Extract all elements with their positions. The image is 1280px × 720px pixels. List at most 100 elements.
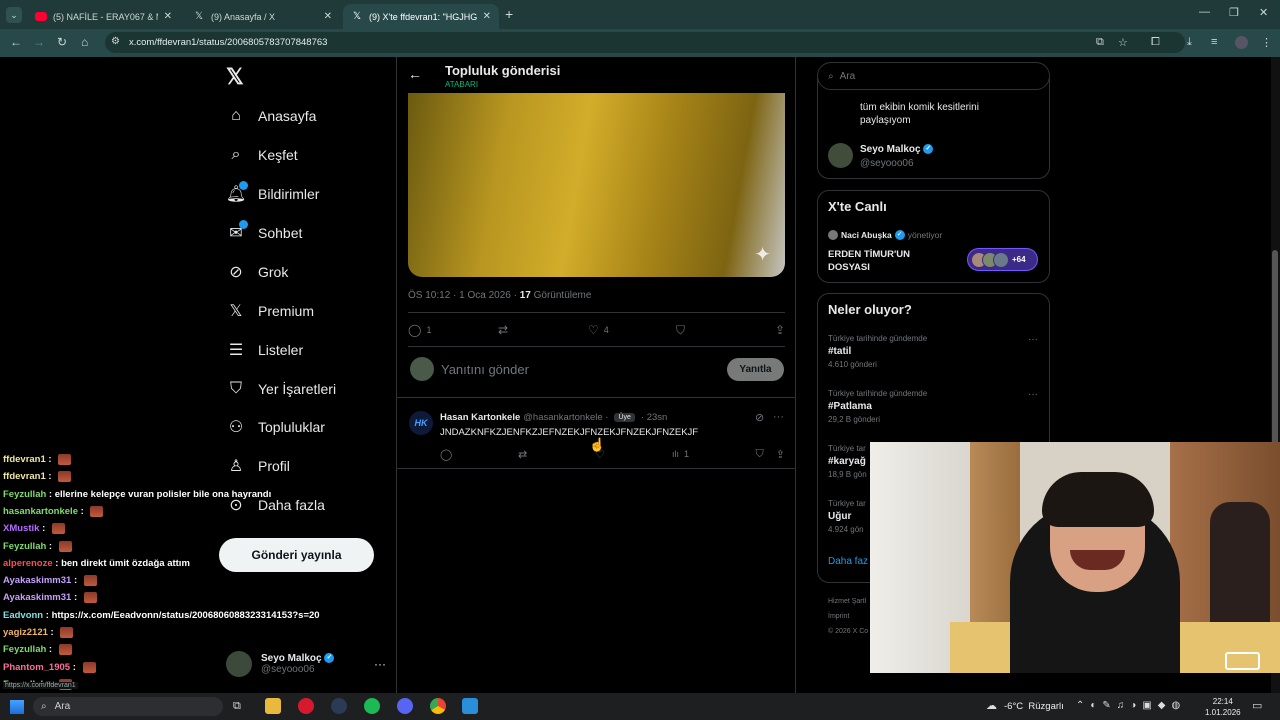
site-info-icon[interactable]: ⚙ [111,36,120,47]
task-view-icon[interactable]: ⧉ [233,700,241,713]
nav-grok[interactable]: ⊘ Grok [226,257,288,287]
reply-input[interactable]: Yanıtını gönder [441,362,529,377]
tab-close-icon[interactable]: ✕ [164,11,172,22]
clock-date: 1.01.2026 [1205,708,1241,717]
nav-anasayfa[interactable]: ⌂ Anasayfa [226,101,316,131]
url-field[interactable]: x.com/ffdevran1/status/20068057837078487… [105,32,1185,53]
live-host[interactable]: Naci Abuşka ✓ yönetiyor [828,230,942,240]
trend-context: Türkiye tarihinde gündemde [828,334,928,343]
back-icon[interactable]: ← [10,35,22,49]
tab-close-icon[interactable]: ✕ [324,11,332,22]
tab-search-button[interactable]: ⌄ [6,7,22,23]
tab-anasayfa[interactable]: 𝕏 (9) Anasayfa / X ✕ [185,4,340,29]
nav-premium[interactable]: 𝕏 Premium [226,296,314,326]
clock[interactable]: 22:14 1.01.2026 [1205,696,1241,718]
community-name[interactable]: ATABARI [445,80,478,89]
forward-icon[interactable]: → [33,35,45,49]
reply-avatar[interactable]: HK [409,411,433,435]
tab-status[interactable]: 𝕏 (9) X'te ffdevran1: "HGJHGJSDF ✕ [343,4,499,29]
chat-username: alperenoze [3,557,53,569]
trend-item[interactable]: Türkiye tarihinde gündemde #Patlama 29,2… [828,389,1038,424]
extensions-icon[interactable]: ⧠ [1151,36,1160,49]
steam-icon[interactable] [331,698,347,714]
trend-item[interactable]: Türkiye tarihinde gündemde #tatil 4.610 … [828,334,1038,369]
column-divider [396,57,397,693]
share-button[interactable]: ⇪ [775,323,785,337]
weather-text[interactable]: -6°C Rüzgarlı [1004,701,1064,712]
chrome-icon[interactable] [430,698,446,714]
weather-icon[interactable]: ☁ [986,699,997,712]
file-explorer-icon[interactable] [265,698,281,714]
post-time: ÖS 10:12 · 1 Oca 2026 · [408,290,517,301]
nav-kesfet[interactable]: ⌕ Keşfet [226,140,298,170]
reply-button[interactable]: ◯ 1 [408,323,498,337]
app-icon[interactable] [462,698,478,714]
more-icon[interactable]: ··· [1028,334,1038,345]
footer-link[interactable]: İmprint [828,609,868,624]
show-more-link[interactable]: Daha faz [828,556,868,567]
tab-nafile[interactable]: (5) NAFİLE - ERAY067 & MANSU ✕ [27,4,180,29]
notification-icon[interactable]: ▭ [1252,699,1262,712]
more-icon[interactable]: ··· [773,411,784,423]
trend-item[interactable]: Türkiye tar Uğur 4.924 gön [828,499,868,534]
live-listeners-pill[interactable]: +64 [967,248,1038,271]
nav-sohbet[interactable]: ✉ Sohbet [226,218,302,248]
menu-icon[interactable]: ⋮ [1261,36,1272,49]
nav-bildirimler[interactable]: 🔔︎ Bildirimler [226,179,319,209]
bookmark-button[interactable]: ⛉ [676,323,766,338]
nav-listeler[interactable]: ☰ Listeler [226,335,303,365]
close-window-icon[interactable]: ✕ [1259,6,1268,19]
bookmark-icon: ⛉ [676,322,686,337]
views-button[interactable]: ılı 1 [672,449,752,459]
download-icon[interactable]: ⤓ [1187,36,1192,49]
verified-icon: ✓ [923,144,934,155]
reply-author-handle[interactable]: @hasankartonkele · [523,412,608,423]
discord-icon[interactable] [397,698,413,714]
x-logo-icon[interactable]: 𝕏 [226,64,244,90]
footer-link[interactable]: Hizmet Şartl [828,594,868,609]
spotify-icon[interactable] [364,698,380,714]
more-icon[interactable]: ··· [1028,389,1038,400]
trend-context: Türkiye tar [828,499,866,508]
nav-yer-isaretleri[interactable]: ⛉ Yer İşaretleri [226,374,336,404]
grok-icon[interactable]: ⊘ [755,411,764,424]
trend-item[interactable]: Türkiye tar #karyağ 18,9 B gön [828,444,868,479]
star-icon[interactable]: ☆ [1118,36,1128,49]
minimize-icon[interactable]: — [1199,6,1210,18]
taskbar-search[interactable]: ⌕ Ara [33,697,223,716]
tab-close-icon[interactable]: ✕ [483,11,491,22]
back-arrow-icon[interactable]: ← [408,66,422,82]
reload-icon[interactable]: ↻ [57,35,67,49]
opera-icon[interactable] [298,698,314,714]
profile-card-name[interactable]: Seyo Malkoç ✓ [860,144,934,155]
live-title[interactable]: ERDEN TİMUR'UN DOSYASI [828,248,910,274]
reply-submit-button[interactable]: Yanıtla [727,358,784,381]
install-app-icon[interactable]: ⧉ [1096,36,1104,49]
reply-icon[interactable]: ◯ [440,448,518,461]
reply-author-name[interactable]: Hasan Kartonkele [440,412,520,423]
chat-message: Feyzullah : ellerine kelepçe vuran polis… [3,489,271,500]
heart-icon[interactable]: ♡ [595,448,672,461]
new-tab-icon[interactable]: + [505,6,513,22]
chat-message: Ayakaskimm31 : [3,575,97,587]
nav-topluluklar[interactable]: ⚇ Topluluklar [226,412,325,442]
restore-icon[interactable]: ❐ [1229,6,1239,19]
bookmark-icon[interactable]: ⛉ [756,448,764,461]
repost-icon[interactable]: ⇄ [518,448,595,461]
avatar[interactable] [828,143,853,168]
tray-icons[interactable]: ⌃◐✎♫◑▣◆◍ [1076,700,1186,711]
tab-title: (9) Anasayfa / X [211,11,276,22]
repost-button[interactable]: ⇄ [498,323,588,337]
media-icon[interactable]: ≡ [1211,36,1217,48]
divider [408,346,785,347]
post-image[interactable]: ✦ [408,93,785,277]
grok-icon: ⊘ [229,264,243,281]
trend-count: 4.610 gönderi [828,360,877,369]
windows-start-icon[interactable] [10,700,24,714]
share-icon[interactable]: ⇪ [776,448,785,461]
like-button[interactable]: ♡ 4 [588,323,676,337]
chat-username: Feyzullah [3,644,47,656]
profile-avatar[interactable] [1235,36,1248,49]
home-icon[interactable]: ⌂ [81,35,88,49]
search-input[interactable]: ⌕ Ara [817,62,1050,90]
